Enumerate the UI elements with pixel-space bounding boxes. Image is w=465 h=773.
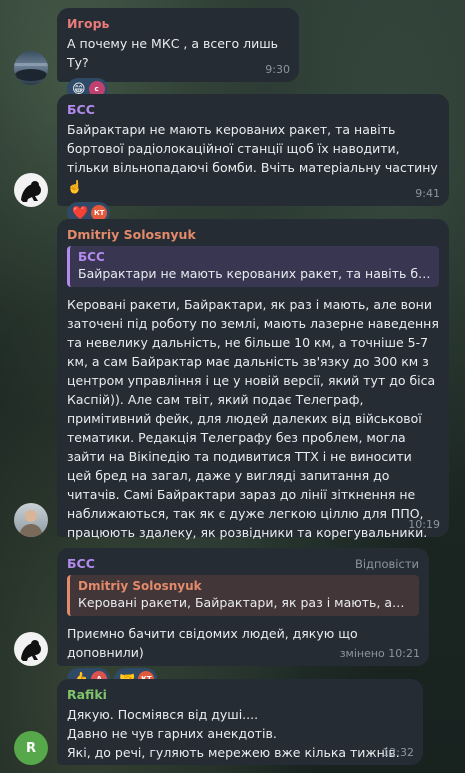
message-text: А почему не МКС , а всего лишь Ту? [67, 36, 279, 70]
message-time: 9:41 [415, 187, 440, 200]
quote-text: Байрактари не мають керованих ракет, та … [78, 266, 431, 281]
message-bubble[interactable]: БСС Відповісти Dmitriy Solosnyuk Керован… [57, 548, 429, 690]
message-time: 10:19 [408, 518, 440, 531]
message-line: Дякую. Посміявся від душі.... [67, 707, 259, 722]
message-line: Які, до речі, гуляють мережею вже кілька… [67, 745, 400, 760]
avatar[interactable] [14, 173, 48, 207]
message-time: 12:32 [382, 746, 414, 759]
avatar[interactable] [14, 503, 48, 537]
reply-quote[interactable]: БСС Байрактари не мають керованих ракет,… [67, 246, 439, 287]
message-time: змінено 10:21 [339, 647, 420, 660]
message-time: 9:30 [265, 63, 290, 76]
message-bubble[interactable]: Игорь А почему не МКС , а всего лишь Ту?… [57, 8, 299, 100]
reply-quote[interactable]: Dmitriy Solosnyuk Керовані ракети, Байра… [67, 575, 419, 616]
message-line: Давно не чув гарних анекдотів. [67, 726, 277, 741]
sender-name[interactable]: БСС [67, 102, 439, 117]
quote-sender: БСС [78, 250, 105, 264]
sender-name[interactable]: Dmitriy Solosnyuk [67, 227, 439, 242]
message-bubble[interactable]: Rafiki Дякую. Посміявся від душі.... Дав… [57, 679, 423, 765]
heart-icon: ❤️ [72, 205, 89, 221]
avatar[interactable]: R [14, 731, 48, 765]
quote-text: Керовані ракети, Байрактари, як раз і ма… [78, 595, 411, 610]
avatar[interactable] [14, 632, 48, 666]
sender-name[interactable]: Rafiki [67, 687, 413, 702]
reply-button[interactable]: Відповісти [355, 557, 419, 571]
avatar-letter: R [25, 740, 36, 756]
sender-name[interactable]: Игорь [67, 16, 289, 31]
message-text: Байрактари не мають керованих ракет, та … [67, 122, 438, 194]
message-text: Керовані ракети, Байрактари, як раз і ма… [67, 297, 439, 540]
quote-sender: Dmitriy Solosnyuk [78, 579, 202, 593]
avatar[interactable] [14, 51, 48, 85]
message-bubble[interactable]: БСС Байрактари не мають керованих ракет,… [57, 94, 449, 224]
message-bubble[interactable]: Dmitriy Solosnyuk БСС Байрактари не мают… [57, 219, 449, 570]
